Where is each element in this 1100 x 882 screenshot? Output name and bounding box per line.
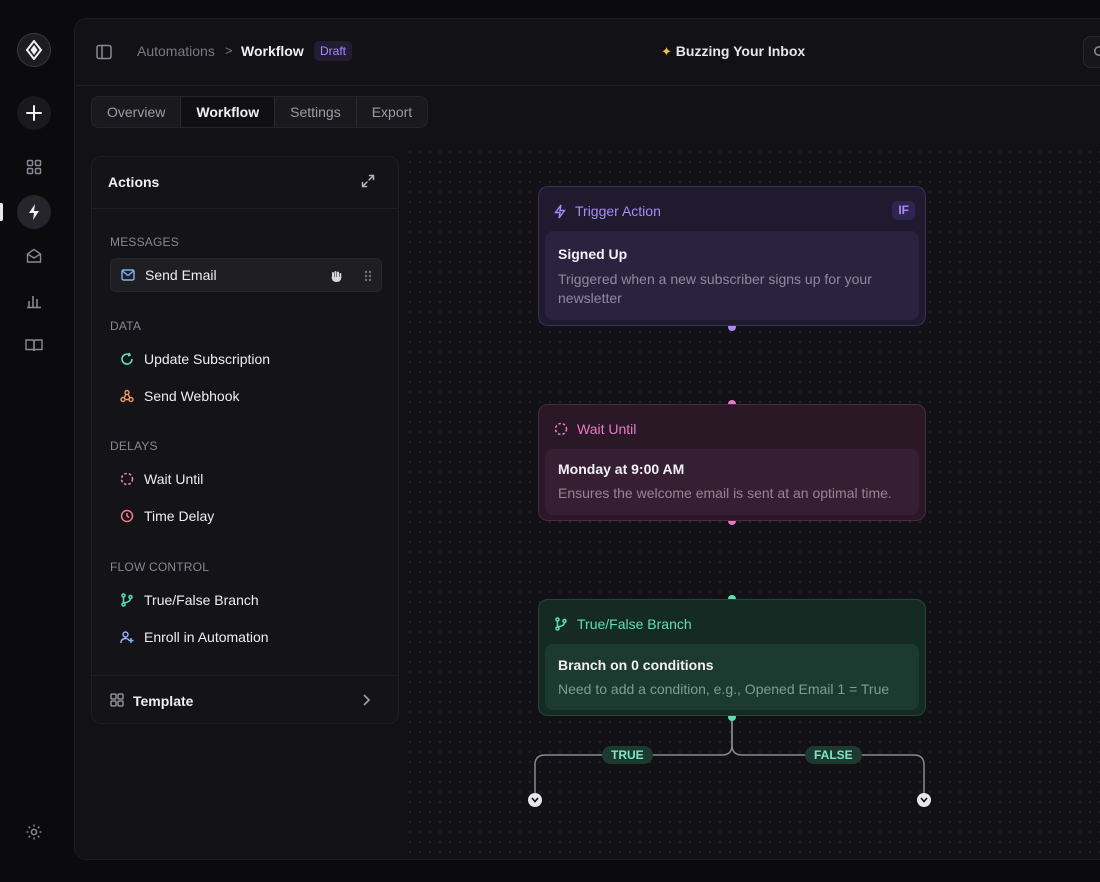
- node-description: Triggered when a new subscriber signs up…: [558, 271, 872, 306]
- action-label: Update Subscription: [144, 351, 271, 367]
- page-title-text: Buzzing Your Inbox: [675, 43, 806, 59]
- node-header-label: True/False Branch: [577, 616, 692, 632]
- template-row[interactable]: Template: [92, 675, 398, 725]
- node-header: Trigger Action: [554, 203, 661, 219]
- chevron-down-icon: [920, 797, 928, 803]
- node-wait-until[interactable]: Wait Until Monday at 9:00 AM Ensures the…: [538, 404, 926, 521]
- action-label: Enroll in Automation: [144, 629, 269, 645]
- bolt-icon: [554, 204, 566, 218]
- breadcrumb-workflow: Workflow: [241, 43, 304, 59]
- active-indicator: [0, 203, 3, 221]
- app-rail: [0, 0, 68, 882]
- section-flow-control: FLOW CONTROL: [110, 560, 210, 574]
- node-body: Monday at 9:00 AM Ensures the welcome em…: [545, 449, 919, 515]
- section-delays: DELAYS: [110, 439, 158, 453]
- action-label: Send Email: [145, 267, 217, 283]
- book-icon[interactable]: [17, 328, 51, 362]
- branch-icon: [555, 617, 567, 631]
- dashed-circle-icon: [554, 422, 568, 436]
- action-label: Time Delay: [144, 508, 215, 524]
- top-bar: Automations > Workflow Draft ✦ Buzzing Y…: [75, 19, 1100, 86]
- section-data: DATA: [110, 319, 142, 333]
- tab-workflow[interactable]: Workflow: [181, 97, 276, 127]
- node-title: Monday at 9:00 AM: [558, 461, 685, 477]
- node-description: Need to add a condition, e.g., Opened Em…: [558, 681, 890, 697]
- template-grid-icon: [110, 693, 124, 707]
- node-header-label: Wait Until: [577, 421, 637, 437]
- gear-icon[interactable]: [25, 823, 43, 841]
- node-title: Signed Up: [558, 246, 628, 262]
- add-step-true-button[interactable]: [528, 793, 542, 807]
- node-title: Branch on 0 conditions: [558, 657, 714, 673]
- drag-handle-icon[interactable]: [363, 269, 373, 283]
- search-button[interactable]: [1083, 36, 1100, 68]
- template-label: Template: [133, 693, 194, 709]
- main-panel: Automations > Workflow Draft ✦ Buzzing Y…: [74, 18, 1100, 860]
- action-send-email[interactable]: Send Email: [110, 258, 382, 292]
- action-enroll-in-automation[interactable]: Enroll in Automation: [110, 620, 382, 654]
- tab-overview[interactable]: Overview: [92, 97, 182, 127]
- tab-export[interactable]: Export: [357, 97, 427, 127]
- action-label: True/False Branch: [144, 592, 259, 608]
- expand-icon[interactable]: [360, 173, 376, 189]
- branch-icon: [119, 592, 135, 608]
- node-true-false-branch[interactable]: True/False Branch Branch on 0 conditions…: [538, 599, 926, 716]
- refresh-icon: [119, 351, 135, 367]
- grab-cursor-icon: [329, 269, 343, 283]
- action-time-delay[interactable]: Time Delay: [110, 499, 382, 533]
- page-title: ✦ Buzzing Your Inbox: [661, 43, 805, 60]
- false-branch-label[interactable]: FALSE: [805, 746, 862, 764]
- chevron-right-icon: [360, 693, 372, 707]
- actions-panel-header: Actions: [92, 157, 398, 209]
- user-plus-icon: [119, 629, 135, 645]
- breadcrumb-separator: >: [225, 43, 233, 58]
- actions-panel: Actions MESSAGES Send Email DATA Update …: [91, 156, 399, 724]
- bolt-icon[interactable]: [17, 195, 51, 229]
- bee-icon: ✦: [661, 44, 672, 59]
- tab-bar: Overview Workflow Settings Export: [91, 96, 429, 128]
- chevron-down-icon: [531, 797, 539, 803]
- if-badge: IF: [892, 201, 915, 220]
- plus-icon[interactable]: [17, 96, 51, 130]
- node-body: Branch on 0 conditions Need to add a con…: [545, 644, 919, 710]
- action-true-false-branch[interactable]: True/False Branch: [110, 583, 382, 617]
- action-wait-until[interactable]: Wait Until: [110, 462, 382, 496]
- dashed-circle-icon: [119, 471, 135, 487]
- node-header: Wait Until: [554, 421, 636, 437]
- node-header: True/False Branch: [554, 616, 692, 632]
- section-messages: MESSAGES: [110, 235, 179, 249]
- actions-panel-title: Actions: [108, 174, 160, 190]
- action-label: Wait Until: [144, 471, 204, 487]
- breadcrumb-automations[interactable]: Automations: [137, 43, 215, 59]
- add-step-false-button[interactable]: [917, 793, 931, 807]
- action-update-subscription[interactable]: Update Subscription: [110, 342, 382, 376]
- action-send-webhook[interactable]: Send Webhook: [110, 379, 382, 413]
- clock-icon: [119, 508, 135, 524]
- search-icon: [1094, 46, 1100, 56]
- status-badge: Draft: [314, 41, 353, 61]
- node-trigger[interactable]: Trigger Action IF Signed Up Triggered wh…: [538, 186, 926, 326]
- node-body: Signed Up Triggered when a new subscribe…: [545, 231, 919, 320]
- mail-open-icon[interactable]: [17, 239, 51, 273]
- webhook-icon: [119, 388, 135, 404]
- node-header-label: Trigger Action: [575, 203, 661, 219]
- node-description: Ensures the welcome email is sent at an …: [558, 485, 892, 501]
- true-branch-label[interactable]: TRUE: [602, 746, 653, 764]
- tab-settings[interactable]: Settings: [275, 97, 357, 127]
- mail-icon: [120, 267, 136, 283]
- grid-icon[interactable]: [17, 150, 51, 184]
- action-label: Send Webhook: [144, 388, 240, 404]
- bar-chart-icon[interactable]: [17, 284, 51, 318]
- logo-icon[interactable]: [17, 33, 51, 67]
- sidebar-toggle-icon[interactable]: [95, 43, 113, 61]
